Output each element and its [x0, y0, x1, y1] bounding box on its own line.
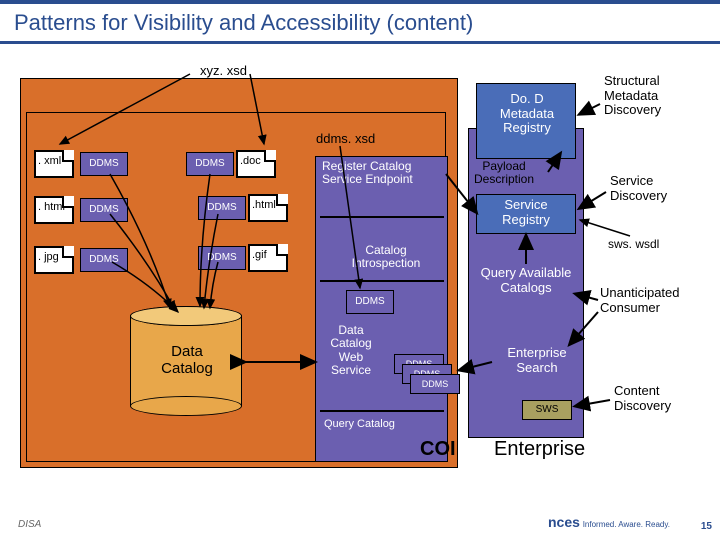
dcws-label: Data Catalog Web Service	[320, 324, 382, 377]
register-endpoint-label: Register Catalog Service Endpoint	[322, 160, 444, 186]
file-doc: .doc	[236, 150, 276, 178]
ddms-xsd-label: ddms. xsd	[316, 132, 375, 146]
catalog-introspection-label: Catalog Introspection	[330, 244, 442, 270]
enterprise-search-label: Enterprise Search	[494, 346, 580, 375]
xyz-xsd-label: xyz. xsd	[200, 64, 247, 78]
file-html-label: . html	[38, 201, 65, 213]
tagline: Informed. Aware. Ready.	[583, 520, 670, 529]
enterprise-label: Enterprise	[494, 438, 585, 460]
file-jpg-label: . jpg	[38, 251, 59, 263]
divider-2	[320, 280, 444, 282]
ddms-doc: DDMS	[186, 152, 234, 176]
file-gif-label: .gif	[252, 249, 267, 261]
query-catalog-label: Query Catalog	[324, 418, 434, 430]
ddms-html: DDMS	[80, 198, 128, 222]
ddms-jpg: DDMS	[80, 248, 128, 272]
service-registry-label: Service Registry	[480, 198, 572, 227]
file-gif: .gif	[248, 244, 288, 272]
file-xml-label: . xml	[38, 155, 61, 167]
unanticipated-label: Unanticipated Consumer	[600, 286, 712, 315]
page-title: Patterns for Visibility and Accessibilit…	[14, 10, 706, 35]
content-discovery-label: Content Discovery	[614, 384, 714, 413]
query-catalogs-label: Query Available Catalogs	[480, 266, 572, 295]
ddms-panel: DDMS	[346, 290, 394, 314]
ddms-gif: DDMS	[198, 246, 246, 270]
divider-1	[320, 216, 444, 218]
file-jpg: . jpg	[34, 246, 74, 274]
file-html2-label: .html	[252, 199, 276, 211]
divider-3	[320, 410, 444, 412]
service-discovery-label: Service Discovery	[610, 174, 710, 203]
footer: DISA nces Informed. Aware. Ready. 15	[0, 506, 720, 536]
file-html2: .html	[248, 194, 288, 222]
logo-left: DISA	[18, 519, 41, 530]
logo-right: nces Informed. Aware. Ready.	[548, 514, 670, 530]
file-html: . html	[34, 196, 74, 224]
title-bar: Patterns for Visibility and Accessibilit…	[0, 0, 720, 44]
structural-md-label: Structural Metadata Discovery	[604, 74, 704, 117]
data-catalog-label: Data Catalog	[148, 344, 226, 377]
sws-chip: SWS	[522, 400, 572, 420]
diagram-canvas: xyz. xsd ddms. xsd sws. wsdl . xml DDMS …	[0, 44, 720, 508]
brand: nces	[548, 514, 580, 530]
dod-registry-label: Do. D Metadata Registry	[482, 92, 572, 135]
file-xml: . xml	[34, 150, 74, 178]
ddms-html2: DDMS	[198, 196, 246, 220]
ddms-xml: DDMS	[80, 152, 128, 176]
sws-wsdl-label: sws. wsdl	[608, 238, 659, 251]
payload-desc-label: Payload Description	[460, 160, 548, 186]
file-doc-label: .doc	[240, 155, 261, 167]
page-number: 15	[701, 521, 712, 532]
coi-label: COI	[420, 438, 456, 460]
